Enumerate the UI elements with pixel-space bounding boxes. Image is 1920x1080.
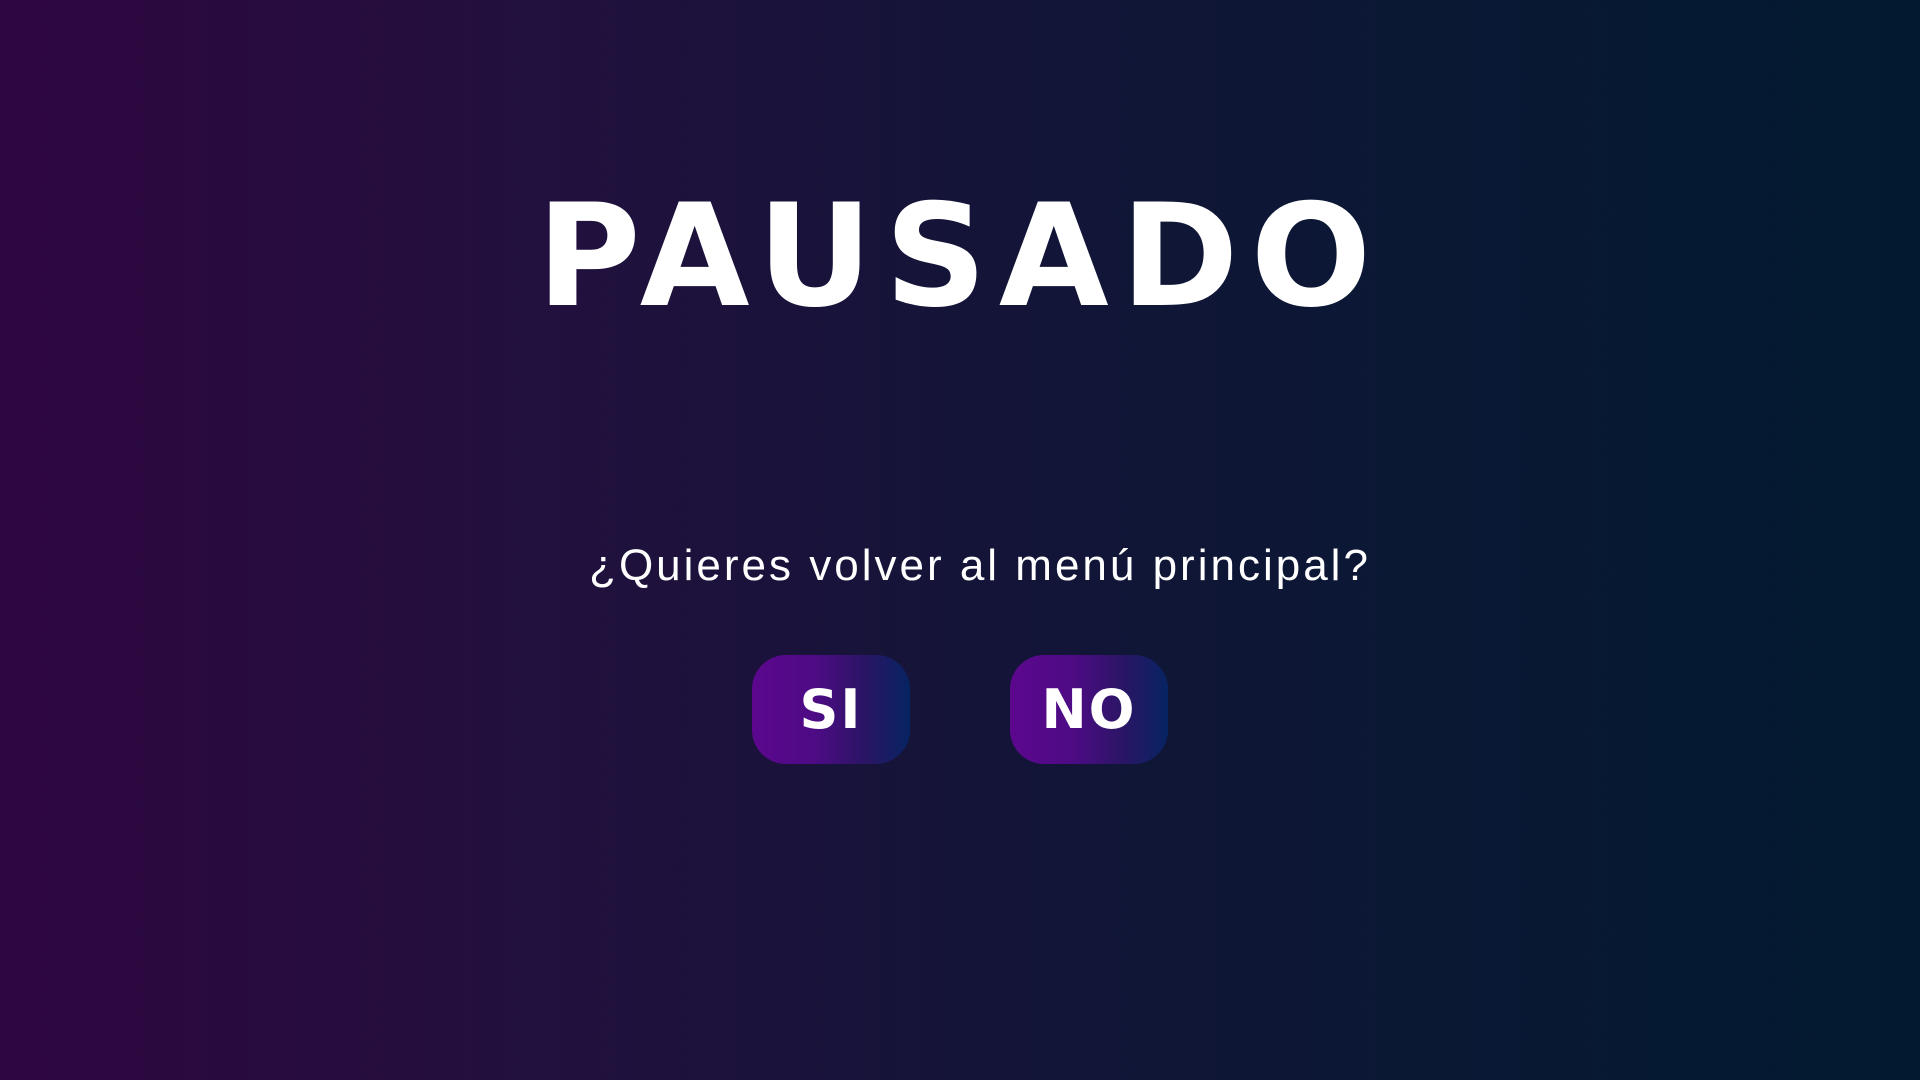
no-button-label: NO bbox=[1041, 677, 1137, 741]
return-to-menu-question: ¿Quieres volver al menú principal? bbox=[589, 541, 1371, 590]
yes-button-label: SI bbox=[799, 677, 863, 741]
yes-button[interactable]: SI bbox=[752, 655, 910, 764]
no-button[interactable]: NO bbox=[1010, 655, 1168, 764]
pause-title: PAUSADO bbox=[536, 174, 1384, 339]
